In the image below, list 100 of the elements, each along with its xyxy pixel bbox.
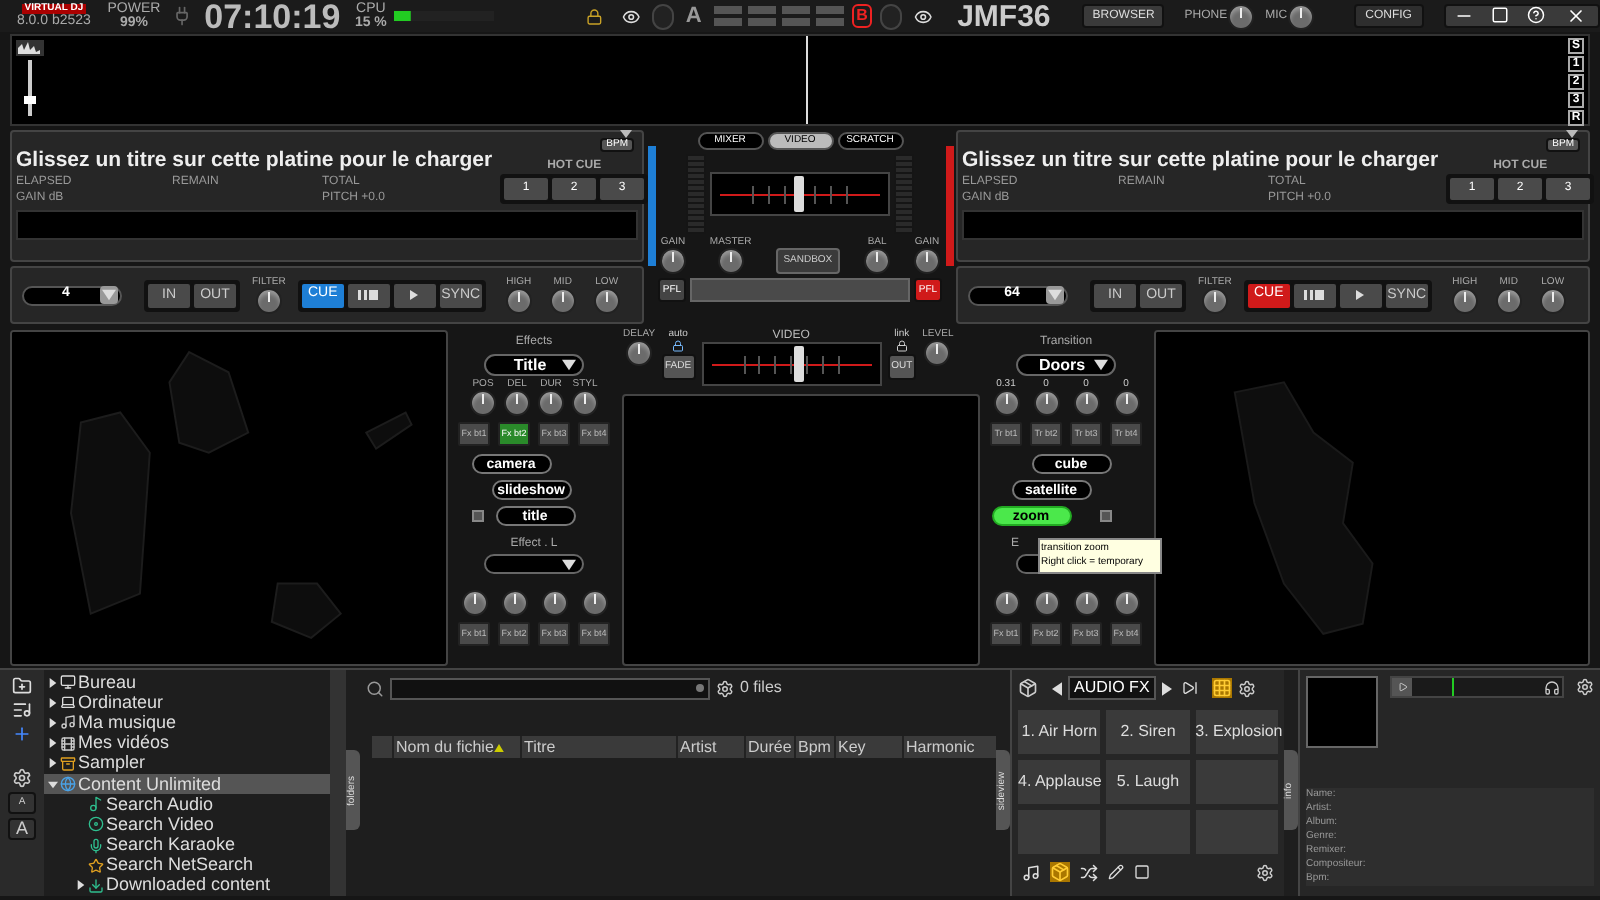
- transition-knob[interactable]: [1113, 390, 1139, 416]
- shuffle-icon[interactable]: [1080, 863, 1098, 881]
- lock-icon[interactable]: [895, 340, 908, 352]
- play-button[interactable]: [391, 281, 438, 309]
- folder-tree-item[interactable]: Downloaded content: [44, 875, 330, 897]
- column-header[interactable]: Nom du fichie: [392, 736, 520, 758]
- folder-tree-item[interactable]: Ma musique: [44, 712, 330, 734]
- effect-knob[interactable]: [1033, 590, 1059, 616]
- lock-icon[interactable]: [586, 5, 603, 27]
- eye-icon[interactable]: [914, 5, 934, 27]
- balance-knob[interactable]: [864, 248, 891, 274]
- folder-tree-item[interactable]: Search Karaoke: [44, 835, 330, 856]
- pencil-icon[interactable]: [1108, 864, 1124, 880]
- column-header[interactable]: Durée: [744, 736, 794, 758]
- play-button[interactable]: [1337, 281, 1384, 309]
- sample-pad[interactable]: 3. Explosion: [1195, 710, 1278, 754]
- transition-knob[interactable]: [1033, 390, 1059, 416]
- effect-dropdown[interactable]: Title: [484, 354, 584, 376]
- settings-icon[interactable]: [1576, 678, 1594, 696]
- effect-knob[interactable]: [581, 590, 607, 616]
- level-knob[interactable]: [924, 340, 951, 366]
- effect-knob[interactable]: [541, 590, 567, 616]
- transition-knob[interactable]: [1073, 390, 1099, 416]
- pause-button[interactable]: [1291, 281, 1338, 309]
- record-icon[interactable]: [1134, 864, 1150, 880]
- toggle-button[interactable]: [1099, 510, 1111, 522]
- sample-pad[interactable]: 2. Siren: [1106, 710, 1190, 754]
- master-knob[interactable]: [717, 248, 744, 274]
- column-header[interactable]: Key: [834, 736, 902, 758]
- effect-dropdown[interactable]: [484, 554, 584, 574]
- waveform-icon[interactable]: [16, 40, 44, 56]
- transition-dropdown[interactable]: Doors: [1016, 354, 1116, 376]
- gain-knob[interactable]: [913, 248, 940, 274]
- filter-knob[interactable]: [255, 287, 282, 313]
- headphones-icon[interactable]: [1544, 679, 1560, 695]
- eq-knob[interactable]: [1539, 287, 1566, 313]
- column-header[interactable]: Artist: [676, 736, 744, 758]
- effect-knob[interactable]: [993, 590, 1019, 616]
- eq-knob[interactable]: [505, 287, 532, 313]
- folder-tree-item[interactable]: Mes vidéos: [44, 733, 330, 754]
- collapsed-arrow-icon[interactable]: [76, 880, 86, 891]
- gain-knob[interactable]: [660, 248, 686, 274]
- filter-knob[interactable]: [1201, 287, 1228, 313]
- expanded-arrow-icon[interactable]: [48, 779, 58, 790]
- settings-icon[interactable]: [12, 768, 32, 788]
- effect-knob[interactable]: [1113, 590, 1139, 616]
- grid-icon[interactable]: [1211, 678, 1232, 698]
- pause-button[interactable]: [345, 281, 392, 309]
- lock-icon[interactable]: [672, 340, 685, 352]
- letter-button[interactable]: B: [851, 4, 873, 28]
- collapsed-arrow-icon[interactable]: [48, 697, 58, 708]
- folder-tree-item[interactable]: Ordinateur: [44, 692, 330, 713]
- add-icon[interactable]: [12, 724, 32, 744]
- settings-icon[interactable]: [1237, 679, 1256, 697]
- skip-icon[interactable]: [1181, 680, 1198, 696]
- column-header[interactable]: Bpm: [794, 736, 834, 758]
- next-icon[interactable]: [1161, 681, 1172, 695]
- folder-tree-item[interactable]: Sampler: [44, 753, 330, 774]
- column-header[interactable]: Harmonic: [902, 736, 986, 758]
- effect-knob[interactable]: [538, 390, 564, 416]
- effect-knob[interactable]: [470, 390, 496, 416]
- effect-knob[interactable]: [572, 390, 598, 416]
- sampler-icon[interactable]: [1018, 678, 1038, 698]
- settings-icon[interactable]: [1256, 863, 1274, 881]
- eq-knob[interactable]: [549, 287, 576, 313]
- sample-pad[interactable]: 5. Laugh: [1106, 760, 1190, 804]
- mic-knob[interactable]: [1287, 3, 1314, 29]
- collapsed-arrow-icon[interactable]: [48, 717, 58, 728]
- effect-knob[interactable]: [1073, 590, 1099, 616]
- phone-knob[interactable]: [1227, 3, 1254, 29]
- column-header[interactable]: Titre: [520, 736, 676, 758]
- music-icon[interactable]: [1022, 863, 1040, 881]
- font-size-button[interactable]: A: [8, 818, 36, 840]
- crossfader-thumb[interactable]: [793, 346, 804, 382]
- clear-icon[interactable]: [696, 684, 704, 692]
- search-field[interactable]: [390, 677, 710, 699]
- eq-knob[interactable]: [593, 287, 620, 313]
- collapsed-arrow-icon[interactable]: [48, 677, 58, 688]
- effect-knob[interactable]: [461, 590, 487, 616]
- collapsed-arrow-icon[interactable]: [48, 758, 58, 769]
- eq-knob[interactable]: [1495, 287, 1522, 313]
- collapsed-arrow-icon[interactable]: [48, 738, 58, 749]
- folder-tree-item[interactable]: Content Unlimited: [44, 773, 330, 795]
- delay-knob[interactable]: [626, 340, 653, 366]
- slider-thumb[interactable]: [24, 95, 36, 104]
- folder-tree-item[interactable]: Search NetSearch: [44, 855, 330, 876]
- sample-pad[interactable]: 4. Applause: [1018, 760, 1101, 804]
- folder-tree-item[interactable]: Bureau: [44, 672, 330, 693]
- settings-icon[interactable]: [716, 679, 734, 697]
- sample-pad[interactable]: 1. Air Horn: [1018, 710, 1101, 754]
- folder-tree-item[interactable]: Search Audio: [44, 794, 330, 815]
- add-folder-icon[interactable]: [12, 676, 32, 696]
- eq-knob[interactable]: [1451, 287, 1478, 313]
- crossfader-thumb[interactable]: [794, 176, 804, 212]
- folder-tree-item[interactable]: Search Video: [44, 814, 330, 835]
- effect-knob[interactable]: [504, 390, 530, 416]
- zoom-slider[interactable]: [24, 60, 36, 116]
- toggle-button[interactable]: [471, 510, 483, 522]
- previous-icon[interactable]: [1052, 681, 1062, 695]
- eye-icon[interactable]: [622, 5, 642, 27]
